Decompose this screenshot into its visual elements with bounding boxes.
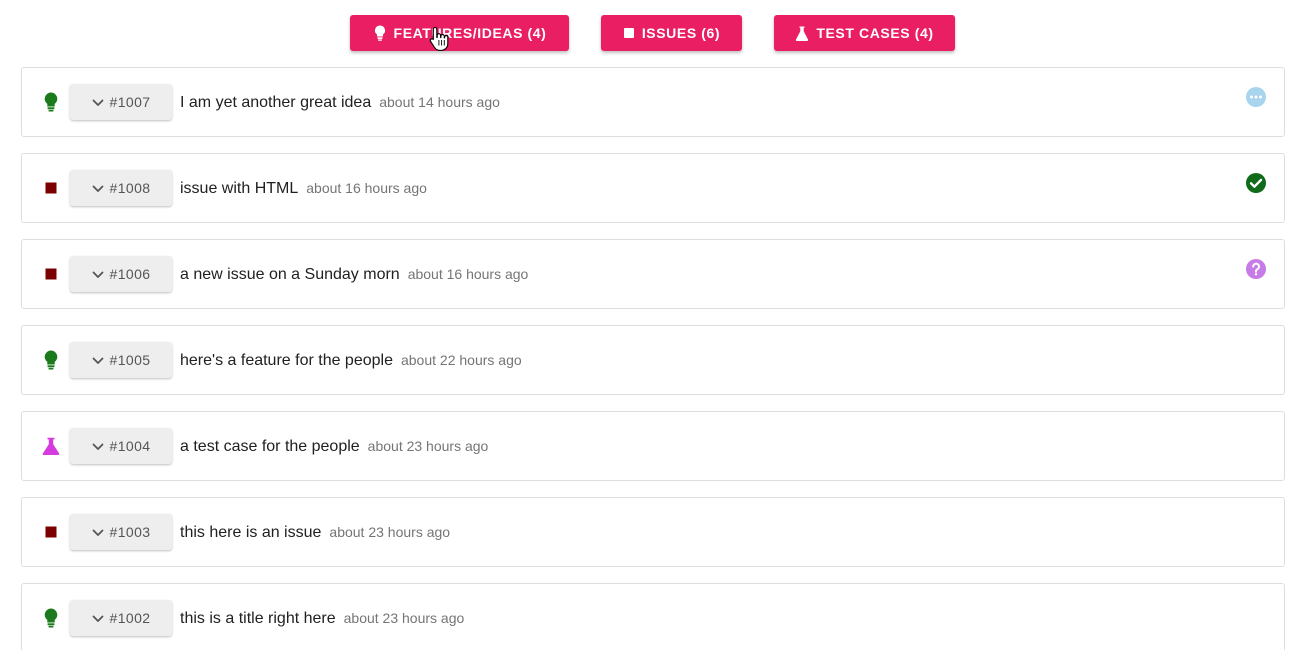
item-timestamp: about 16 hours ago [407, 266, 529, 282]
chevron-down-icon [92, 94, 104, 110]
square-icon [41, 264, 61, 284]
square-icon [41, 178, 61, 198]
item-id: #1006 [109, 266, 151, 282]
expand-item-button[interactable]: #1007 [70, 84, 172, 120]
more-dots-icon[interactable] [1245, 86, 1267, 108]
item-title-group: a test case for the people about 23 hours… [180, 436, 488, 457]
filter-bar: FEATURES/IDEAS (4) ISSUES (6) TEST CASES… [0, 15, 1308, 51]
square-icon [41, 522, 61, 542]
expand-item-button[interactable]: #1008 [70, 170, 172, 206]
chevron-down-icon [92, 352, 104, 368]
lightbulb-icon [373, 25, 387, 41]
item-title-group: issue with HTML about 16 hours ago [180, 178, 427, 199]
item-title-group: this here is an issue about 23 hours ago [180, 522, 450, 543]
question-circle-icon[interactable] [1245, 258, 1267, 280]
item-id: #1002 [109, 610, 151, 626]
square-icon [623, 27, 635, 39]
issues-filter-button[interactable]: ISSUES (6) [601, 15, 742, 51]
list-item[interactable]: #1006 a new issue on a Sunday morn about 1… [21, 239, 1285, 309]
lightbulb-icon [41, 608, 61, 628]
lightbulb-icon [41, 350, 61, 370]
item-title: this is a title right here [180, 610, 336, 627]
item-title: a test case for the people [180, 438, 360, 455]
list-item[interactable]: #1005 here's a feature for the people abou… [21, 325, 1285, 395]
test-cases-filter-label: TEST CASES (4) [816, 25, 934, 41]
item-title: this here is an issue [180, 524, 322, 541]
item-title: a new issue on a Sunday morn [180, 266, 400, 283]
item-title: issue with HTML [180, 180, 299, 197]
expand-item-button[interactable]: #1003 [70, 514, 172, 550]
expand-item-button[interactable]: #1006 [70, 256, 172, 292]
list-item[interactable]: #1002 this is a title right here about 23 … [21, 583, 1285, 650]
chevron-down-icon [92, 438, 104, 454]
list-item[interactable]: #1003 this here is an issue about 23 hours… [21, 497, 1285, 567]
features-filter-label: FEATURES/IDEAS (4) [393, 25, 547, 41]
item-timestamp: about 14 hours ago [379, 94, 500, 110]
item-timestamp: about 22 hours ago [400, 352, 522, 368]
item-timestamp: about 23 hours ago [367, 438, 489, 454]
item-timestamp: about 23 hours ago [329, 524, 451, 540]
item-id: #1004 [109, 438, 151, 454]
item-timestamp: about 23 hours ago [343, 610, 465, 626]
item-title-group: this is a title right here about 23 hours… [180, 608, 464, 629]
chevron-down-icon [92, 524, 104, 540]
item-title-group: I am yet another great idea about 14 hour… [180, 92, 500, 113]
item-title-group: here's a feature for the people about 22 … [180, 350, 522, 371]
item-id: #1003 [109, 524, 151, 540]
features-filter-button[interactable]: FEATURES/IDEAS (4) [350, 15, 569, 51]
item-id: #1007 [109, 94, 151, 110]
item-title-group: a new issue on a Sunday morn about 16 hou… [180, 264, 528, 285]
chevron-down-icon [92, 180, 104, 196]
item-timestamp: about 16 hours ago [306, 180, 427, 196]
expand-item-button[interactable]: #1002 [70, 600, 172, 636]
expand-item-button[interactable]: #1004 [70, 428, 172, 464]
list-item[interactable]: #1008 issue with HTML about 16 hours ago [21, 153, 1285, 223]
list-item[interactable]: #1007 I am yet another great idea about 14… [21, 67, 1285, 137]
chevron-down-icon [92, 610, 104, 626]
list-item[interactable]: #1004 a test case for the people about 23 … [21, 411, 1285, 481]
chevron-down-icon [92, 266, 104, 282]
issues-filter-label: ISSUES (6) [641, 25, 721, 41]
test-cases-filter-button[interactable]: TEST CASES (4) [774, 15, 955, 51]
lightbulb-icon [41, 92, 61, 112]
expand-item-button[interactable]: #1005 [70, 342, 172, 378]
flask-icon [795, 26, 809, 41]
flask-icon [41, 436, 61, 456]
item-title: here's a feature for the people [180, 352, 393, 369]
item-id: #1008 [109, 180, 151, 196]
item-id: #1005 [109, 352, 151, 368]
item-title: I am yet another great idea [180, 94, 372, 111]
check-circle-icon[interactable] [1245, 172, 1267, 194]
item-list: #1007 I am yet another great idea about 14… [21, 67, 1285, 650]
